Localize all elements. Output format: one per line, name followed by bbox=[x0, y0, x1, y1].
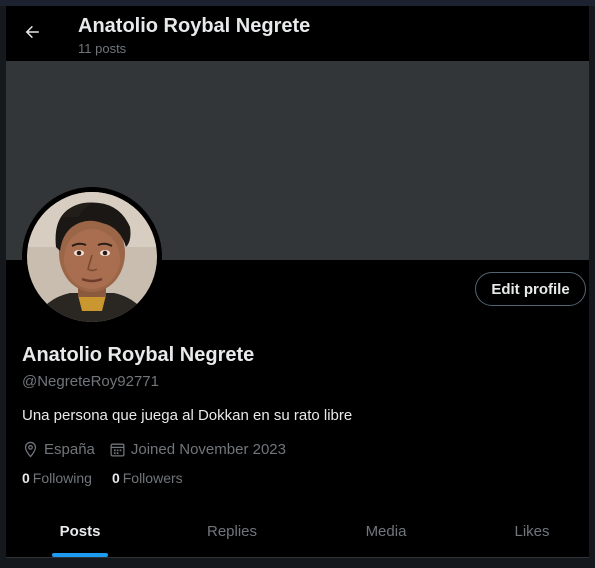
followers-link[interactable]: 0 Followers bbox=[112, 470, 183, 486]
profile-header: Anatolio Roybal Negrete 11 posts bbox=[6, 6, 589, 61]
avatar[interactable] bbox=[22, 187, 162, 327]
followers-label: Followers bbox=[122, 470, 183, 486]
window-right-edge bbox=[589, 6, 595, 568]
tab-media[interactable]: Media bbox=[356, 505, 416, 557]
profile-tabs: Posts Replies Media Likes bbox=[6, 505, 589, 558]
following-link[interactable]: 0 Following bbox=[22, 470, 92, 486]
back-button[interactable] bbox=[18, 18, 46, 46]
user-handle: @NegreteRoy92771 bbox=[22, 373, 159, 390]
location-pin-icon bbox=[24, 441, 37, 458]
join-date-text: Joined November 2023 bbox=[130, 440, 286, 458]
following-label: Following bbox=[32, 470, 92, 486]
tab-likes[interactable]: Likes bbox=[506, 505, 558, 557]
header-title: Anatolio Roybal Negrete bbox=[78, 15, 311, 37]
calendar-icon bbox=[110, 443, 125, 457]
tab-posts[interactable]: Posts bbox=[54, 505, 106, 557]
profile-meta: España Joined November 2023 bbox=[22, 439, 300, 459]
window-bottom-edge bbox=[0, 558, 595, 568]
follow-stats: 0 Following 0 Followers bbox=[22, 470, 203, 486]
edit-profile-button[interactable]: Edit profile bbox=[475, 272, 586, 306]
followers-count: 0 bbox=[111, 470, 120, 486]
following-count: 0 bbox=[22, 470, 30, 486]
profile-bio: Una persona que juega al Dokkan en su ra… bbox=[22, 407, 353, 424]
post-count: 11 posts bbox=[78, 41, 127, 56]
location: España bbox=[22, 441, 95, 458]
display-name: Anatolio Roybal Negrete bbox=[22, 344, 255, 366]
join-date: Joined November 2023 bbox=[109, 441, 286, 458]
tab-replies[interactable]: Replies bbox=[198, 505, 266, 557]
arrow-left-icon bbox=[25, 25, 39, 39]
avatar-photo bbox=[22, 187, 162, 327]
location-text: España bbox=[44, 440, 95, 458]
active-tab-indicator bbox=[52, 553, 108, 557]
